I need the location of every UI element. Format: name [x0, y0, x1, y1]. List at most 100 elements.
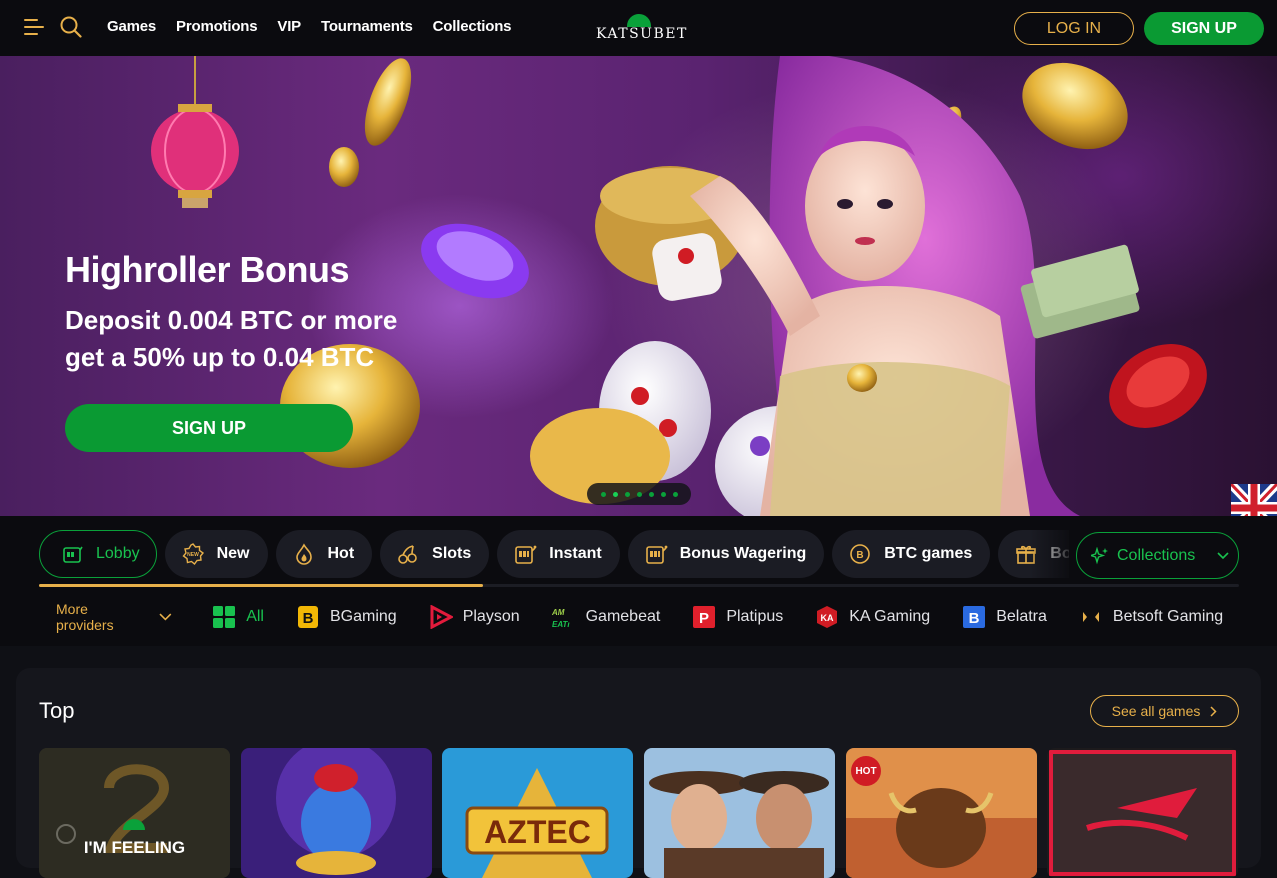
nav-tournaments[interactable]: Tournaments — [321, 18, 413, 35]
genie-art — [241, 748, 432, 878]
ka-gaming-logo-icon: KA — [817, 606, 838, 628]
gamebeat-logo-icon: AM EATı — [552, 608, 570, 629]
katsubet-logo[interactable]: KATSUBET — [596, 14, 688, 44]
new-badge-icon: NEW — [182, 543, 204, 566]
cowboys-art — [644, 748, 835, 878]
more-providers-dropdown[interactable]: More providers — [56, 601, 172, 633]
svg-text:B: B — [857, 550, 864, 561]
category-tab-hot[interactable]: Hot — [275, 530, 373, 578]
lobby-icon — [63, 546, 83, 563]
provider-playson[interactable]: Playson — [429, 605, 520, 629]
category-tab-bonus-wagering[interactable]: Bonus Wagering — [627, 530, 825, 578]
game-tile-cowboys[interactable] — [644, 748, 835, 878]
carousel-dot[interactable] — [600, 491, 606, 497]
hero-signup-button[interactable]: SIGN UP — [65, 404, 353, 452]
carousel-dot[interactable] — [672, 491, 678, 497]
provider-label: Playson — [462, 608, 520, 625]
category-tab-lobby[interactable]: Lobby — [39, 530, 157, 578]
signup-button[interactable]: SIGN UP — [1144, 12, 1264, 45]
game-tile-genie[interactable] — [241, 748, 432, 878]
provider-betsoft-gaming[interactable]: Betsoft Gaming — [1079, 605, 1223, 629]
game-tile-aviator[interactable] — [1047, 748, 1238, 878]
provider-platipus[interactable]: P Platipus — [692, 605, 783, 629]
tile-caption: I'M FEELING — [83, 838, 186, 857]
provider-all[interactable]: All — [212, 605, 264, 629]
provider-list: All B BGaming Playson AM EATı Gamebeat P Platipu… — [212, 605, 1236, 629]
category-tab-slots[interactable]: Slots — [380, 530, 490, 578]
game-tile-lucky[interactable]: I'M FEELING — [39, 748, 230, 878]
provider-label: Platipus — [726, 608, 784, 625]
section-title: Top — [39, 698, 75, 723]
category-tab-label: Hot — [327, 545, 355, 562]
more-providers-label: More providers — [56, 601, 114, 633]
provider-label: Belatra — [996, 608, 1047, 625]
see-all-games-button[interactable]: See all games — [1090, 695, 1239, 727]
category-tab-label: Slots — [432, 545, 472, 562]
category-tab-new[interactable]: NEW New — [164, 530, 268, 578]
hot-badge: HOT — [851, 756, 881, 786]
carousel-dot[interactable] — [624, 491, 630, 497]
game-tile-aztec[interactable]: AZTEC — [442, 748, 633, 878]
hero-banner[interactable]: Highroller Bonus Deposit 0.004 BTC or mo… — [0, 56, 1277, 516]
grid-icon — [213, 606, 236, 628]
svg-text:AM: AM — [552, 608, 565, 617]
sparkle-icon — [1091, 546, 1108, 564]
hero-title: Highroller Bonus — [65, 249, 350, 290]
aviator-art — [1047, 748, 1238, 878]
flame-icon — [295, 543, 312, 565]
provider-label: Gamebeat — [585, 608, 661, 625]
game-tile-buffalo[interactable]: HOT — [846, 748, 1037, 878]
category-tab-label: BTC games — [884, 545, 973, 562]
belatra-logo-icon: B — [963, 606, 986, 628]
main-nav: Games Promotions VIP Tournaments Collect… — [107, 18, 512, 35]
carousel-dot[interactable] — [612, 491, 618, 497]
lucky-art — [39, 748, 230, 878]
see-all-label: See all games — [1111, 703, 1201, 719]
provider-label: All — [246, 608, 264, 625]
platipus-logo-icon: P — [693, 606, 716, 628]
nav-promotions[interactable]: Promotions — [176, 18, 258, 35]
top-header: Games Promotions VIP Tournaments Collect… — [0, 0, 1277, 56]
slot-machine-icon — [515, 545, 537, 564]
category-tab-btc-games[interactable]: B BTC games — [832, 530, 991, 578]
provider-label: Betsoft Gaming — [1112, 608, 1224, 625]
playson-logo-icon — [430, 605, 453, 629]
nav-vip[interactable]: VIP — [277, 18, 301, 35]
category-tab-label: New — [216, 545, 250, 562]
category-scrollbar[interactable] — [39, 584, 1239, 587]
collections-label: Collections — [1117, 546, 1196, 564]
chevron-down-icon — [1217, 551, 1229, 559]
collections-dropdown[interactable]: Collections — [1076, 532, 1239, 579]
provider-gamebeat[interactable]: AM EATı Gamebeat — [552, 605, 661, 629]
nav-games[interactable]: Games — [107, 18, 156, 35]
betsoft-logo-icon — [1082, 612, 1099, 622]
top-games-section: Top See all games I'M FEELING AZTEC HOT — [16, 668, 1261, 878]
carousel-dot[interactable] — [660, 491, 666, 497]
logo-text: KATSUBET — [596, 26, 688, 42]
category-tab-label: Bonus Wagering — [679, 545, 807, 562]
provider-label: BGaming — [329, 608, 397, 625]
svg-text:B: B — [969, 610, 980, 627]
hamburger-menu-icon[interactable] — [24, 18, 44, 36]
hero-subtitle: Deposit 0.004 BTC or more get a 50% up t… — [65, 305, 398, 372]
search-icon[interactable] — [60, 16, 82, 38]
provider-bgaming[interactable]: B BGaming — [296, 605, 397, 629]
bgaming-logo-icon: B — [297, 606, 318, 628]
cherries-icon — [398, 545, 417, 564]
category-tab-instant[interactable]: Instant — [497, 530, 620, 578]
chevron-down-icon — [159, 613, 172, 621]
category-scrollbar-thumb[interactable] — [39, 584, 483, 587]
carousel-dots — [587, 483, 691, 505]
provider-label: KA Gaming — [849, 608, 931, 625]
provider-belatra[interactable]: B Belatra — [962, 605, 1047, 629]
carousel-dot[interactable] — [636, 491, 642, 497]
provider-ka-gaming[interactable]: KA KA Gaming — [815, 605, 930, 629]
category-tabs: Lobby NEW New Hot Slots Instant Bonus Wagering… — [39, 530, 1069, 578]
nav-collections[interactable]: Collections — [433, 18, 512, 35]
uk-flag-icon[interactable] — [1231, 484, 1277, 516]
category-bar: Lobby NEW New Hot Slots Instant Bonus Wagering… — [0, 516, 1277, 646]
slot-machine-icon — [645, 545, 668, 564]
carousel-dot[interactable] — [648, 491, 654, 497]
login-button[interactable]: LOG IN — [1014, 12, 1134, 45]
bitcoin-icon: B — [850, 544, 871, 564]
